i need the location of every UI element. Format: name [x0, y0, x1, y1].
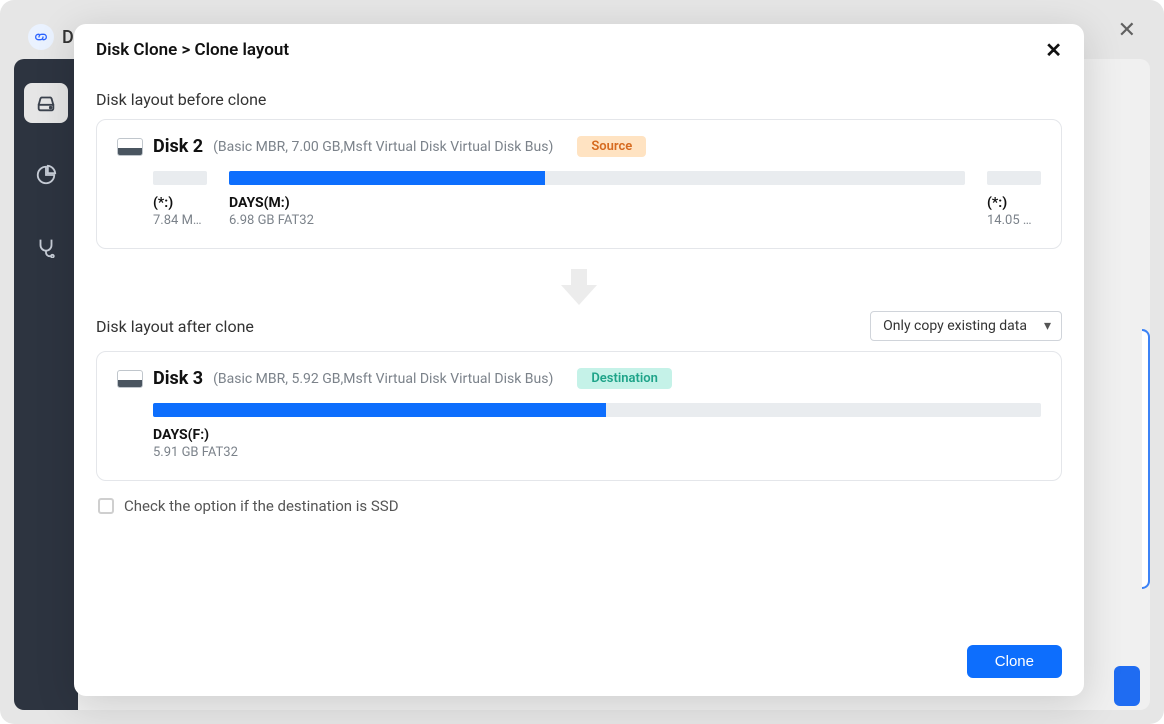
clone-button[interactable]: Clone [967, 645, 1062, 678]
copy-mode-dropdown[interactable]: Only copy existing data [870, 311, 1062, 341]
partition-size: 7.84 MB... [153, 213, 207, 228]
source-disk-meta: (Basic MBR, 7.00 GB,Msft Virtual Disk Vi… [213, 139, 553, 155]
before-clone-title: Disk layout before clone [96, 90, 1062, 109]
arrow-down-icon [96, 265, 1062, 307]
partition-label: (*:) [153, 195, 207, 211]
disk-icon [117, 138, 143, 156]
link-icon [28, 24, 54, 50]
partition-bar [987, 171, 1041, 185]
sidebar-item-health[interactable] [24, 227, 68, 267]
app-close-icon[interactable]: ✕ [1118, 20, 1136, 42]
partition-size: 14.05 M... [987, 213, 1041, 228]
after-clone-title: Disk layout after clone [96, 317, 254, 336]
ssd-checkbox[interactable] [98, 498, 114, 514]
modal-title: Disk Clone > Clone layout [96, 40, 289, 60]
partition-bar [153, 403, 1041, 417]
partition-label: (*:) [987, 195, 1041, 211]
modal-close-icon[interactable]: ✕ [1045, 38, 1062, 62]
clone-layout-modal: Disk Clone > Clone layout ✕ Disk layout … [74, 24, 1084, 696]
sidebar [14, 59, 78, 710]
dest-disk-card: Disk 3 (Basic MBR, 5.92 GB,Msft Virtual … [96, 351, 1062, 481]
dest-disk-meta: (Basic MBR, 5.92 GB,Msft Virtual Disk Vi… [213, 371, 553, 387]
partition-size: 6.98 GB FAT32 [229, 213, 965, 228]
app-logo: D [28, 24, 74, 50]
dest-disk-name: Disk 3 [153, 368, 203, 389]
partition: DAYS(M:) 6.98 GB FAT32 [229, 171, 965, 228]
ssd-checkbox-label: Check the option if the destination is S… [124, 497, 399, 515]
partition-bar [153, 171, 207, 185]
app-window: ✕ D Disk Clone > Clone layout ✕ Disk lay… [0, 0, 1164, 724]
partition: DAYS(F:) 5.91 GB FAT32 [153, 403, 1041, 460]
disk-icon [117, 370, 143, 388]
destination-badge: Destination [577, 368, 672, 389]
sidebar-item-chart[interactable] [24, 155, 68, 195]
partition: (*:) 14.05 M... [987, 171, 1041, 228]
app-title-initial: D [62, 27, 74, 48]
partition-label: DAYS(F:) [153, 427, 1041, 443]
source-disk-card: Disk 2 (Basic MBR, 7.00 GB,Msft Virtual … [96, 119, 1062, 249]
partition-label: DAYS(M:) [229, 195, 965, 211]
source-disk-name: Disk 2 [153, 136, 203, 157]
sidebar-item-disk[interactable] [24, 83, 68, 123]
partition-size: 5.91 GB FAT32 [153, 445, 1041, 460]
copy-mode-value: Only copy existing data [883, 318, 1027, 334]
partition: (*:) 7.84 MB... [153, 171, 207, 228]
partition-bar [229, 171, 965, 185]
source-badge: Source [577, 136, 646, 157]
